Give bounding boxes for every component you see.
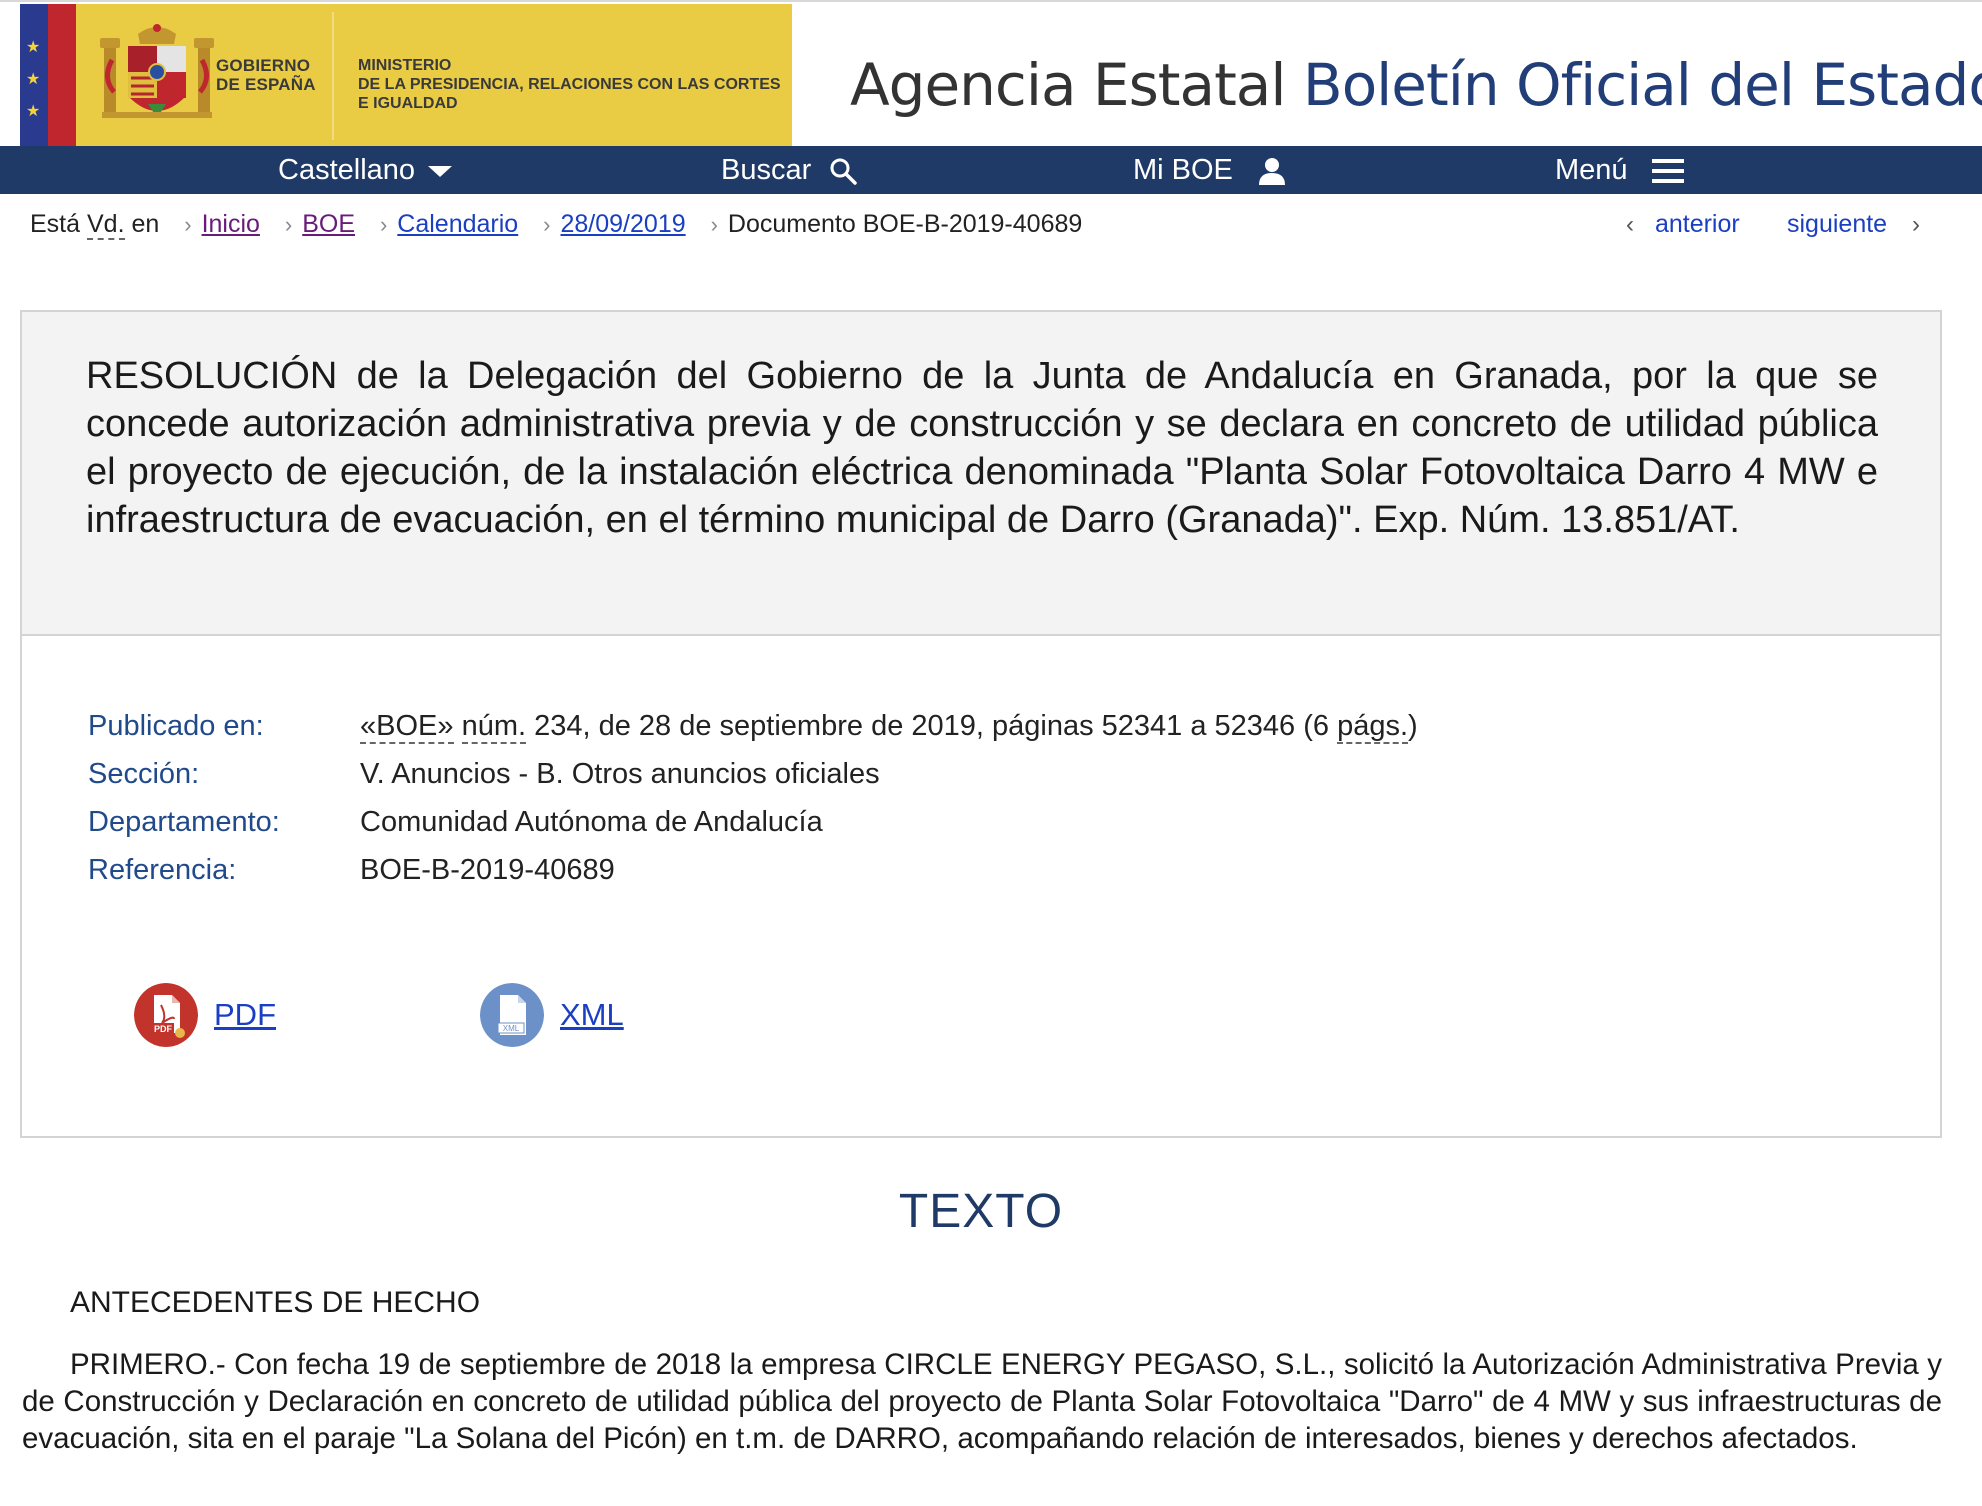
pdf-icon: PDF bbox=[134, 983, 198, 1047]
published-details: 234, de 28 de septiembre de 2019, página… bbox=[534, 710, 1330, 742]
meta-row-section: Sección: V. Anuncios - B. Otros anuncios… bbox=[88, 750, 1418, 798]
pags-abbr: págs. bbox=[1337, 710, 1409, 744]
menu-button[interactable]: Menú bbox=[1555, 146, 1684, 194]
agency-prefix: Agencia Estatal bbox=[850, 51, 1286, 119]
document-summary-box: RESOLUCIÓN de la Delegación del Gobierno… bbox=[20, 310, 1942, 1138]
hamburger-icon bbox=[1651, 159, 1684, 184]
breadcrumb-boe[interactable]: BOE bbox=[302, 210, 355, 238]
published-value: «BOE» núm. 234, de 28 de septiembre de 2… bbox=[360, 702, 1418, 750]
svg-text:XML: XML bbox=[503, 1024, 520, 1033]
magnifier-icon bbox=[830, 158, 858, 186]
site-header: ★ ★ ★ GOBIERNO DE ESPAÑA MINISTERIO DE L… bbox=[0, 0, 1982, 148]
breadcrumb-abbr: Vd. bbox=[86, 210, 125, 240]
boe-abbr: «BOE» bbox=[360, 710, 454, 744]
my-boe-button[interactable]: Mi BOE bbox=[1133, 146, 1285, 194]
document-metadata: Publicado en: «BOE» núm. 234, de 28 de s… bbox=[88, 702, 1418, 894]
pdf-link-label: PDF bbox=[214, 997, 276, 1032]
meta-row-department: Departamento: Comunidad Autónoma de Anda… bbox=[88, 798, 1418, 846]
breadcrumb-intro: Está bbox=[30, 210, 81, 238]
xml-link-label: XML bbox=[560, 997, 624, 1032]
num-abbr: núm. bbox=[461, 710, 527, 744]
reference-value: BOE-B-2019-40689 bbox=[360, 854, 615, 886]
department-value: Comunidad Autónoma de Andalucía bbox=[360, 806, 823, 838]
section-label: Sección: bbox=[88, 758, 200, 790]
meta-row-reference: Referencia: BOE-B-2019-40689 bbox=[88, 846, 1418, 894]
chevron-right-icon: › bbox=[184, 212, 192, 237]
department-label: Departamento: bbox=[88, 806, 280, 838]
search-label: Buscar bbox=[721, 154, 812, 186]
document-title: RESOLUCIÓN de la Delegación del Gobierno… bbox=[86, 355, 1878, 541]
breadcrumb: Está Vd. en › Inicio › BOE › Calendario › 28… bbox=[30, 208, 1082, 240]
breadcrumb-intro-end: en bbox=[131, 210, 160, 238]
gov-name: GOBIERNO DE ESPAÑA bbox=[216, 56, 316, 94]
document-title-area: RESOLUCIÓN de la Delegación del Gobierno… bbox=[22, 312, 1940, 636]
next-document-link[interactable]: siguiente › bbox=[1787, 208, 1920, 240]
antecedentes-heading: ANTECEDENTES DE HECHO bbox=[70, 1286, 481, 1319]
breadcrumb-inicio[interactable]: Inicio bbox=[202, 210, 260, 238]
agency-title[interactable]: Agencia Estatal Boletín Oficial del Esta… bbox=[850, 52, 1982, 118]
body-paragraph: PRIMERO.- Con fecha 19 de septiembre de … bbox=[22, 1348, 1942, 1455]
user-icon bbox=[1258, 158, 1285, 186]
menu-label: Menú bbox=[1555, 154, 1628, 186]
published-label: Publicado en: bbox=[88, 710, 264, 742]
government-logo-block[interactable]: ★ ★ ★ GOBIERNO DE ESPAÑA MINISTERIO DE L… bbox=[20, 4, 792, 148]
next-label: siguiente bbox=[1787, 210, 1888, 238]
xml-download-link[interactable]: XML XML bbox=[480, 980, 624, 1050]
chevron-right-icon: › bbox=[710, 212, 718, 237]
chevron-right-icon: › bbox=[284, 212, 293, 237]
search-nav-button[interactable]: Buscar bbox=[721, 146, 858, 194]
main-nav-bar: Castellano Buscar Mi BOE Menú bbox=[0, 146, 1982, 194]
my-boe-label: Mi BOE bbox=[1133, 154, 1233, 186]
chevron-right-icon: › bbox=[1912, 211, 1921, 238]
eu-flag-strip: ★ ★ ★ bbox=[20, 4, 48, 148]
spain-flag-strip bbox=[48, 4, 76, 148]
ministry-name: MINISTERIO DE LA PRESIDENCIA, RELACIONES… bbox=[358, 57, 781, 112]
breadcrumb-date[interactable]: 28/09/2019 bbox=[561, 210, 686, 238]
breadcrumb-current: Documento BOE-B-2019-40689 bbox=[727, 210, 1083, 238]
breadcrumb-calendario[interactable]: Calendario bbox=[397, 210, 518, 238]
logo-divider bbox=[332, 12, 334, 140]
language-selector[interactable]: Castellano bbox=[278, 146, 453, 194]
texto-heading: TEXTO bbox=[898, 1185, 1064, 1238]
caret-down-icon bbox=[428, 166, 453, 178]
prev-document-link[interactable]: ‹ anterior bbox=[1626, 208, 1740, 240]
xml-icon: XML bbox=[480, 983, 544, 1047]
chevron-right-icon: › bbox=[543, 212, 551, 237]
agency-name: Boletín Oficial del Estado bbox=[1302, 51, 1982, 119]
pdf-download-link[interactable]: PDF PDF bbox=[134, 980, 276, 1050]
chevron-left-icon: ‹ bbox=[1626, 211, 1634, 238]
meta-row-published: Publicado en: «BOE» núm. 234, de 28 de s… bbox=[88, 702, 1418, 750]
svg-text:PDF: PDF bbox=[154, 1024, 173, 1034]
reference-label: Referencia: bbox=[88, 854, 237, 886]
chevron-right-icon: › bbox=[379, 212, 388, 237]
published-end: ) bbox=[1408, 710, 1418, 742]
language-label: Castellano bbox=[278, 154, 416, 186]
prev-label: anterior bbox=[1654, 210, 1740, 238]
coat-of-arms-icon bbox=[100, 24, 214, 118]
section-value: V. Anuncios - B. Otros anuncios oficiale… bbox=[360, 758, 880, 790]
